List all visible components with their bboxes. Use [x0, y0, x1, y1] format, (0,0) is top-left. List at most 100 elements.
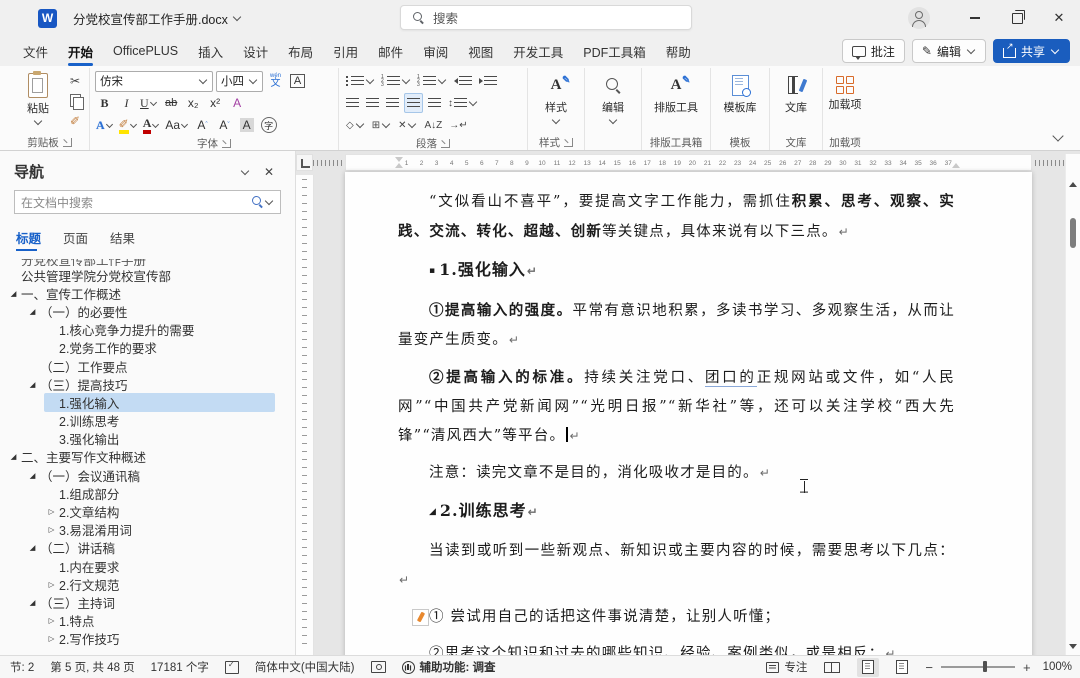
character-border-button[interactable]: A — [290, 74, 305, 88]
nav-tab-标题[interactable]: 标题 — [16, 228, 41, 251]
nav-item[interactable]: ◢二、主要写作文种概述 — [6, 448, 275, 466]
paragraph-dialog-launcher[interactable] — [441, 139, 450, 148]
doc-paragraph[interactable]: ②思考这个知识和过去的哪些知识、经验、案例类似，或是相反；↵ — [398, 640, 955, 655]
collapse-triangle-icon[interactable]: ◢ — [25, 543, 40, 552]
language-indicator[interactable]: 简体中文(中国大陆) — [255, 659, 355, 675]
web-layout-button[interactable] — [891, 658, 913, 677]
nav-item[interactable]: ▷2.行文规范 — [44, 575, 275, 593]
align-center-button[interactable] — [364, 94, 381, 112]
tab-PDF工具箱[interactable]: PDF工具箱 — [574, 37, 655, 66]
subscript-button[interactable]: x₂ — [184, 94, 203, 112]
word-count[interactable]: 17181 个字 — [151, 659, 209, 675]
collapse-triangle-icon[interactable]: ◢ — [6, 289, 21, 298]
nav-item[interactable]: ◢（三）主持词 — [25, 593, 275, 611]
styles-dialog-launcher[interactable] — [564, 138, 573, 147]
zoom-slider-thumb[interactable] — [983, 661, 987, 672]
minimize-button[interactable] — [954, 0, 996, 36]
collapse-ribbon-icon[interactable] — [1052, 130, 1063, 141]
justify-button[interactable] — [404, 93, 423, 113]
superscript-button[interactable]: x² — [206, 94, 225, 112]
character-shading-button[interactable]: A — [240, 118, 254, 132]
tab-引用[interactable]: 引用 — [324, 37, 367, 66]
nav-item[interactable]: 2.党务工作的要求 — [44, 339, 275, 357]
first-line-indent-marker[interactable] — [395, 157, 403, 162]
page-indicator[interactable]: 第 5 页, 共 48 页 — [50, 659, 134, 675]
tab-视图[interactable]: 视图 — [459, 37, 502, 66]
asian-layout-button[interactable]: ✕ — [396, 116, 419, 134]
title-dropdown-icon[interactable] — [233, 13, 241, 21]
font-dialog-launcher[interactable] — [222, 139, 231, 148]
tab-审阅[interactable]: 审阅 — [414, 37, 457, 66]
doc-paragraph[interactable]: 当读到或听到一些新观点、新知识或主要内容的时候，需要思考以下几点：↵ — [398, 537, 955, 595]
hanging-indent-marker[interactable] — [395, 163, 403, 168]
tab-设计[interactable]: 设计 — [234, 37, 277, 66]
expand-triangle-icon[interactable]: ▷ — [44, 525, 59, 534]
font-size-combo[interactable]: 小四 — [216, 71, 263, 92]
print-layout-button[interactable] — [857, 658, 879, 677]
distribute-button[interactable] — [426, 94, 443, 112]
align-left-button[interactable] — [344, 94, 361, 112]
nav-item[interactable]: ◢（一）的必要性 — [25, 302, 275, 320]
highlight-button[interactable]: ✐ — [119, 117, 129, 134]
text-effects-button[interactable]: A — [96, 118, 105, 133]
zoom-level[interactable]: 100% — [1043, 661, 1072, 673]
nav-item[interactable]: ◢（三）提高技巧 — [25, 375, 275, 393]
expand-triangle-icon[interactable]: ▷ — [44, 580, 59, 589]
nav-item[interactable]: 公共管理学院分党校宣传部 — [6, 266, 275, 284]
expand-triangle-icon[interactable]: ▷ — [44, 507, 59, 516]
restore-button[interactable] — [996, 0, 1038, 36]
styles-button[interactable]: A 样式 — [533, 70, 579, 134]
account-avatar[interactable] — [908, 7, 930, 29]
zoom-in-button[interactable]: + — [1023, 660, 1031, 675]
doc-paragraph[interactable]: ① 尝试用自己的话把这件事说清楚，让别人听懂； — [398, 603, 955, 632]
heading-square-marker[interactable]: ▪ — [429, 266, 435, 276]
doc-paragraph[interactable]: 注意：读完文章不是目的，消化吸收才是目的。↵ — [398, 459, 955, 488]
typeset-tools-button[interactable]: A 排版工具 — [647, 70, 705, 134]
underline-button[interactable]: U — [140, 96, 149, 111]
phonetic-guide-button[interactable]: wén文 — [266, 72, 285, 90]
show-marks-button[interactable]: →↵ — [447, 116, 469, 134]
read-mode-button[interactable] — [819, 658, 845, 677]
accessibility-status[interactable]: 辅助功能: 调查 — [402, 659, 496, 675]
focus-mode-button[interactable]: 专注 — [766, 659, 807, 675]
editing-button[interactable]: 编辑 — [590, 70, 636, 134]
nav-item[interactable]: ◢一、宣传工作概述 — [6, 284, 275, 302]
nav-item[interactable]: ▷2.写作技巧 — [44, 630, 275, 648]
font-color-button[interactable]: A — [143, 116, 152, 134]
expand-triangle-icon[interactable]: ▷ — [44, 616, 59, 625]
format-painter-button[interactable]: ✐ — [66, 112, 84, 129]
tab-开始[interactable]: 开始 — [59, 37, 102, 66]
nav-item[interactable]: ▷3.易混淆用词 — [44, 521, 275, 539]
decrease-indent-button[interactable] — [452, 72, 474, 90]
vertical-ruler[interactable] — [296, 175, 314, 655]
grow-font-button[interactable]: Aˆ — [193, 116, 212, 134]
heading-collapse-triangle[interactable]: ◢ — [429, 507, 436, 517]
tab-布局[interactable]: 布局 — [279, 37, 322, 66]
revision-pen-icon[interactable] — [412, 609, 429, 626]
bold-button[interactable]: B — [95, 94, 114, 112]
expand-triangle-icon[interactable]: ▷ — [44, 634, 59, 643]
nav-item[interactable]: 3.强化输出 — [44, 430, 275, 448]
nav-pane-options-icon[interactable] — [233, 165, 257, 179]
tab-插入[interactable]: 插入 — [189, 37, 232, 66]
increase-indent-button[interactable] — [477, 72, 499, 90]
wenku-button[interactable]: 文库 — [775, 70, 817, 134]
section-indicator[interactable]: 节: 2 — [10, 659, 34, 675]
nav-tab-结果[interactable]: 结果 — [110, 228, 135, 251]
zoom-out-button[interactable]: − — [925, 660, 933, 675]
shading-button[interactable]: ◇ — [344, 116, 367, 134]
copy-button[interactable] — [66, 92, 84, 109]
nav-item[interactable]: 1.组成部分 — [44, 484, 275, 502]
nav-pane-close-icon[interactable]: ✕ — [257, 165, 281, 179]
scroll-up-icon[interactable] — [1069, 182, 1077, 187]
document-page[interactable]: “文似看山不喜平”，要提高文字工作能力，需抓住积累、思考、观察、实践、交流、转化… — [345, 172, 1032, 655]
font-name-combo[interactable]: 仿宋 — [95, 71, 213, 92]
comments-button[interactable]: 批注 — [842, 39, 905, 63]
zoom-slider[interactable]: − + — [925, 660, 1030, 675]
strikethrough-button[interactable]: ab — [162, 94, 181, 112]
bullet-list-button[interactable] — [344, 72, 377, 90]
nav-item[interactable]: 1.核心竞争力提升的需要 — [44, 321, 275, 339]
doc-heading[interactable]: ▪1.强化输入↵ — [398, 255, 955, 286]
italic-button[interactable]: I — [117, 94, 136, 112]
tab-邮件[interactable]: 邮件 — [369, 37, 412, 66]
